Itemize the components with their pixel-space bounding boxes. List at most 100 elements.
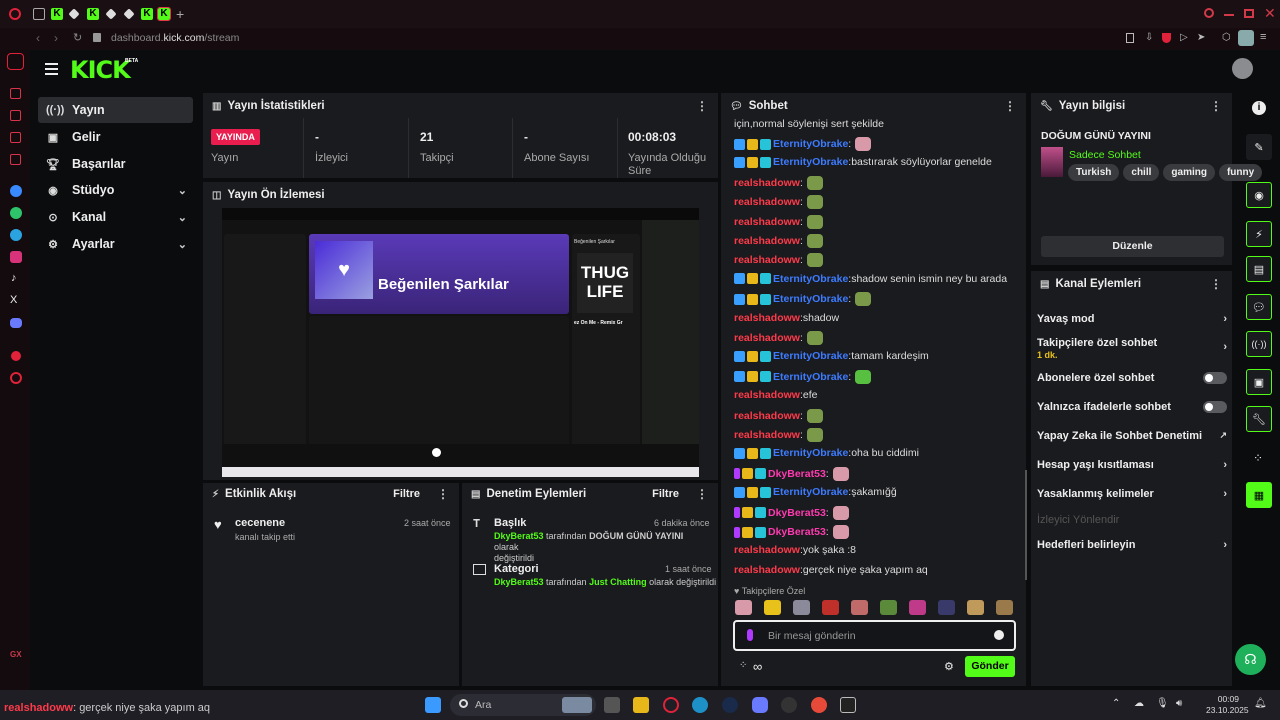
forward-icon[interactable]: › [54, 31, 58, 45]
file-explorer-icon[interactable] [633, 697, 649, 713]
emote-icon[interactable] [855, 292, 872, 307]
opera-logo-icon[interactable] [9, 8, 21, 20]
download-icon[interactable]: ⇩ [1145, 32, 1153, 43]
camera-icon[interactable]: ◉ [1246, 182, 1272, 208]
chat-username[interactable]: realshadoww [734, 429, 800, 441]
emote-icon[interactable] [806, 253, 823, 268]
chat-username[interactable]: EternityObrake [773, 293, 848, 305]
kick-tab-icon[interactable]: K [51, 8, 63, 20]
emote-icon[interactable] [855, 137, 872, 151]
emote-option-icon[interactable] [822, 600, 839, 615]
action-banned-words[interactable]: Yasaklanmış kelimeler › [1037, 488, 1227, 500]
minimize-icon[interactable] [1224, 14, 1234, 16]
edge-icon[interactable] [692, 697, 708, 713]
kick-tab-icon[interactable]: K [141, 8, 153, 20]
sidebar-item-kanal[interactable]: ⊙ Kanal ⌄ [38, 204, 193, 230]
task-view-icon[interactable] [604, 697, 620, 713]
chat-username[interactable]: realshadoww [734, 389, 800, 401]
gx-icon[interactable]: GX [10, 650, 22, 659]
tray-chevron-icon[interactable]: ⌃ [1112, 698, 1120, 709]
action-subscribers-only[interactable]: Abonelere özel sohbet [1037, 372, 1227, 384]
whatsapp-icon[interactable] [10, 207, 22, 219]
messenger-icon[interactable] [10, 185, 22, 197]
green-app-icon[interactable]: ▦ [1246, 482, 1272, 508]
moderation-filter-button[interactable]: Filtre [652, 488, 679, 500]
emote-icon[interactable] [806, 234, 823, 248]
extensions-icon[interactable]: ⬡ [1222, 32, 1231, 43]
kick-tab-icon[interactable]: K [87, 8, 99, 20]
action-slow-mode[interactable]: Yavaş mod › [1037, 313, 1227, 325]
edit-pencil-icon[interactable]: ✎ [1246, 134, 1272, 160]
chat-username[interactable]: EternityObrake [773, 371, 848, 383]
emote-option-icon[interactable] [793, 600, 810, 615]
more-icon[interactable]: ⋮ [696, 99, 708, 113]
chat-username[interactable]: EternityObrake [773, 156, 848, 168]
action-emotes-only[interactable]: Yalnızca ifadelerle sohbet [1037, 401, 1227, 413]
emote-icon[interactable] [806, 214, 823, 229]
bookmark-icon[interactable] [1126, 33, 1134, 43]
emote-icon[interactable] [832, 466, 849, 481]
tray-clock[interactable]: 00:09 23.10.2025 [1206, 694, 1249, 716]
record-icon[interactable] [11, 351, 21, 361]
chat-settings-icon[interactable]: ⚙ [944, 660, 954, 673]
tag[interactable]: funny [1218, 164, 1263, 181]
action-ai-moderation[interactable]: Yapay Zeka ile Sohbet Denetimi ↗ [1037, 430, 1227, 442]
chrome-icon[interactable] [811, 697, 827, 713]
chat-username[interactable]: realshadoww [734, 216, 800, 228]
chat-username[interactable]: realshadoww [734, 332, 800, 344]
discord-taskbar-icon[interactable] [752, 697, 768, 713]
chat-username[interactable]: EternityObrake [773, 486, 848, 498]
layout-icon[interactable]: ▣ [1246, 369, 1272, 395]
sidebar-item-yayin[interactable]: ((·)) Yayın [38, 97, 193, 123]
sidebar-app-icon[interactable] [10, 88, 21, 99]
notes-icon[interactable]: ▤ [1246, 256, 1272, 282]
emote-icon[interactable] [806, 331, 823, 345]
play-icon[interactable]: ▷ [1180, 32, 1188, 43]
emote-icon[interactable] [806, 195, 823, 210]
chat-username[interactable]: EternityObrake [773, 447, 848, 459]
chat-username[interactable]: EternityObrake [773, 138, 848, 150]
chat-bubble-icon[interactable]: 💬︎ [1246, 294, 1272, 320]
maximize-icon[interactable] [1244, 9, 1254, 18]
notification-icon[interactable]: 🔔︎ [1254, 698, 1267, 709]
emote-icon[interactable] [832, 505, 849, 520]
x-icon[interactable]: X [10, 294, 17, 306]
action-account-age[interactable]: Hesap yaşı kısıtlaması › [1037, 459, 1227, 471]
chat-username[interactable]: DkyBerat53 [768, 468, 826, 480]
tag[interactable]: gaming [1163, 164, 1215, 181]
steam-icon[interactable] [722, 697, 738, 713]
chat-input[interactable]: Bir mesaj gönderin [733, 620, 1016, 651]
chat-scrollbar[interactable] [1025, 470, 1027, 580]
broadcast-rail-icon[interactable]: ((·)) [1246, 331, 1272, 357]
home-icon[interactable] [7, 53, 24, 70]
diamond-tab-icon[interactable] [105, 8, 117, 20]
edit-stream-button[interactable]: Düzenle [1041, 236, 1224, 257]
sidebar-app-icon[interactable] [10, 132, 21, 143]
diamond-tab-icon[interactable] [68, 8, 80, 20]
tag[interactable]: chill [1123, 164, 1160, 181]
volume-icon[interactable]: 🔊︎ [1176, 698, 1182, 709]
discord-icon[interactable] [10, 318, 22, 328]
emote-icon[interactable] [832, 525, 849, 539]
instagram-icon[interactable] [10, 251, 22, 263]
action-followers-only[interactable]: Takipçilere özel sohbet 1 dk. › [1037, 337, 1227, 361]
back-icon[interactable]: ‹ [36, 31, 40, 45]
emote-icon[interactable] [806, 408, 823, 423]
emote-option-icon[interactable] [851, 600, 868, 615]
chat-username[interactable]: realshadoww [734, 177, 800, 189]
search-icon[interactable] [1204, 8, 1214, 18]
emote-option-icon[interactable] [996, 600, 1013, 615]
tray-mic-icon[interactable]: 🎙︎ [1156, 698, 1169, 709]
tools-icon[interactable]: 🔧︎ [1246, 406, 1272, 432]
sidebar-item-studyo[interactable]: ◉ Stüdyo ⌄ [38, 177, 193, 203]
chat-username[interactable]: DkyBerat53 [768, 526, 826, 538]
emote-option-icon[interactable] [967, 600, 984, 615]
microphone-icon[interactable] [747, 629, 753, 641]
apps-icon[interactable]: ⁘ [1253, 451, 1263, 465]
tiktok-icon[interactable]: ♪ [11, 272, 17, 284]
action-set-goals[interactable]: Hedefleri belirleyin › [1037, 539, 1227, 551]
emote-option-icon[interactable] [909, 600, 926, 615]
tray-icon[interactable]: ☁ [1134, 698, 1144, 709]
chat-username[interactable]: realshadoww [734, 196, 800, 208]
kick-logo[interactable]: KICK [70, 56, 131, 84]
